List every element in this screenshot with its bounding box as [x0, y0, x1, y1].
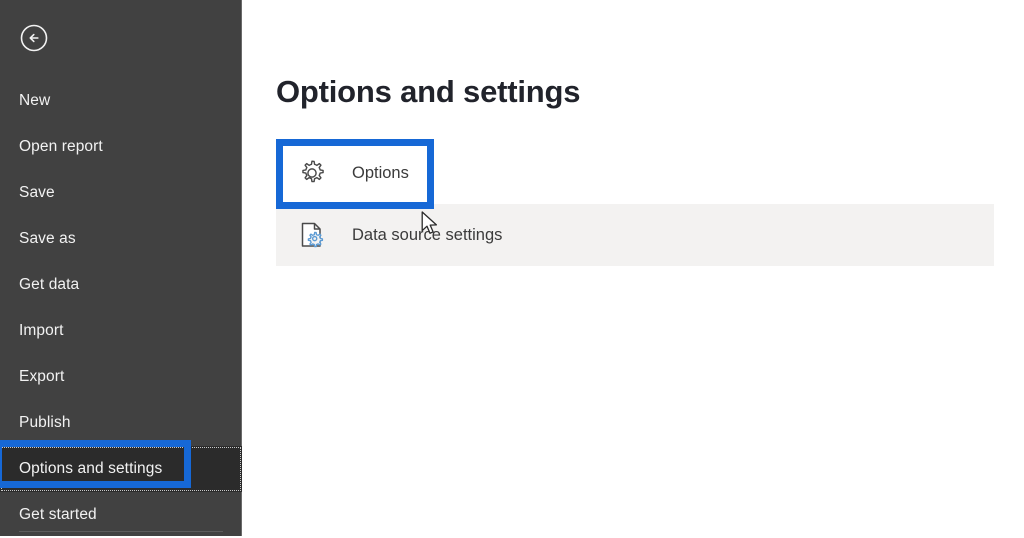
gear-icon	[296, 157, 328, 189]
sidebar-item-save-as[interactable]: Save as	[0, 216, 242, 262]
sidebar-item-label: Publish	[19, 414, 71, 431]
sidebar-item-label: Save as	[19, 230, 76, 247]
sidebar-item-label: Options and settings	[19, 460, 163, 477]
sidebar-item-label: Import	[19, 322, 64, 339]
sidebar-item-open-report[interactable]: Open report	[0, 124, 242, 170]
command-label: Options	[352, 163, 409, 182]
command-label: Data source settings	[352, 225, 503, 244]
command-row-data-source-settings[interactable]: Data source settings	[276, 204, 994, 266]
sidebar-item-label: Save	[19, 184, 55, 201]
sidebar-nav-list: New Open report Save Save as Get data Im…	[0, 78, 242, 538]
sidebar-item-get-data[interactable]: Get data	[0, 262, 242, 308]
sidebar-item-label: Get started	[19, 506, 97, 523]
sidebar-item-label: Get data	[19, 276, 80, 293]
page-title: Options and settings	[276, 74, 581, 109]
command-list: Options Data source settings	[276, 142, 994, 266]
sidebar-divider	[19, 531, 223, 532]
sidebar-item-publish[interactable]: Publish	[0, 400, 242, 446]
sidebar-item-import[interactable]: Import	[0, 308, 242, 354]
command-row-options[interactable]: Options	[276, 142, 994, 204]
back-arrow-icon[interactable]	[19, 23, 49, 53]
backstage-sidebar: New Open report Save Save as Get data Im…	[0, 0, 242, 536]
main-pane: Options and settings Options Data source…	[242, 0, 1024, 536]
sidebar-item-label: Open report	[19, 138, 103, 155]
sidebar-item-export[interactable]: Export	[0, 354, 242, 400]
sidebar-item-label: New	[19, 92, 51, 109]
sidebar-item-new[interactable]: New	[0, 78, 242, 124]
backstage-view: New Open report Save Save as Get data Im…	[0, 0, 1024, 536]
sidebar-item-label: Export	[19, 368, 65, 385]
document-gear-icon	[296, 219, 328, 251]
sidebar-item-save[interactable]: Save	[0, 170, 242, 216]
sidebar-item-options-and-settings[interactable]: Options and settings	[0, 446, 242, 492]
